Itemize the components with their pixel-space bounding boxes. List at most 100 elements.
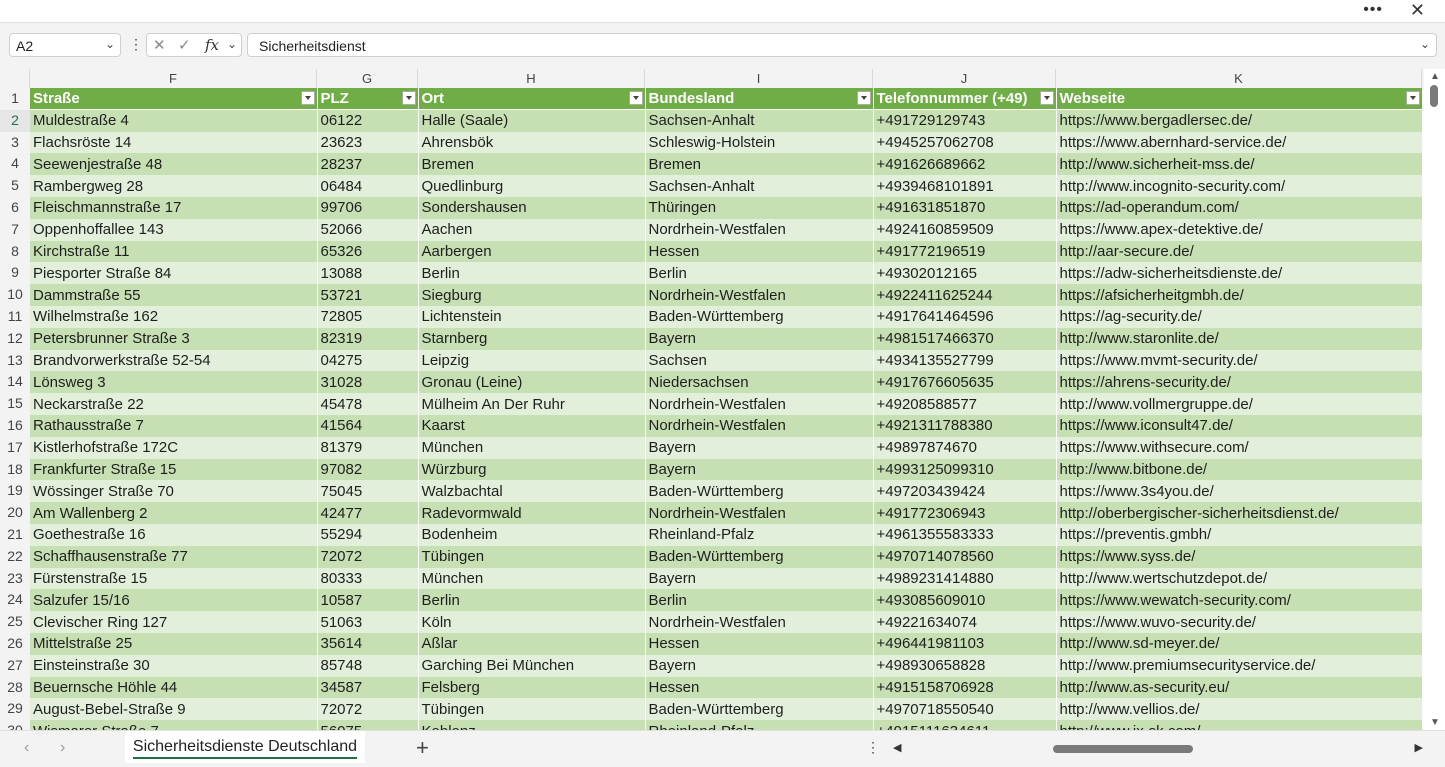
table-cell[interactable]: 34587 <box>317 676 419 699</box>
table-cell[interactable]: Thüringen <box>645 196 874 219</box>
table-cell[interactable]: +491772196519 <box>873 240 1057 263</box>
table-cell[interactable]: https://www.wuvo-security.de/ <box>1056 611 1423 633</box>
chevron-down-icon[interactable]: ⌄ <box>227 37 237 51</box>
table-cell[interactable]: Flachsröste 14 <box>30 131 318 154</box>
row-header[interactable]: 6 <box>0 196 30 219</box>
table-cell[interactable]: Rheinland-Pfalz <box>645 720 874 730</box>
table-cell[interactable]: https://www.apex-detektive.de/ <box>1056 218 1423 241</box>
table-cell[interactable]: Berlin <box>645 262 874 285</box>
table-cell[interactable]: +4917676605635 <box>873 371 1057 394</box>
table-cell[interactable]: Bayern <box>645 436 874 459</box>
table-cell[interactable]: Wössinger Straße 70 <box>30 480 318 503</box>
table-cell[interactable]: Fürstenstraße 15 <box>30 567 318 590</box>
table-cell[interactable]: Lönsweg 3 <box>30 371 318 394</box>
table-cell[interactable]: 28237 <box>317 153 419 176</box>
table-cell[interactable]: +491772306943 <box>873 502 1057 524</box>
table-cell[interactable]: Kaarst <box>418 414 646 437</box>
table-cell[interactable]: Starnberg <box>418 327 646 350</box>
table-cell[interactable]: 72805 <box>317 305 419 328</box>
row-header[interactable]: 17 <box>0 436 30 459</box>
table-cell[interactable]: +491626689662 <box>873 153 1057 176</box>
table-cell[interactable]: Am Wallenberg 2 <box>30 502 318 524</box>
table-cell[interactable]: Nordrhein-Westfalen <box>645 284 874 306</box>
table-cell[interactable]: +4945257062708 <box>873 131 1057 154</box>
table-cell[interactable]: +49302012165 <box>873 262 1057 285</box>
table-cell[interactable]: https://ag-security.de/ <box>1056 305 1423 328</box>
table-cell[interactable]: http://www.bitbone.de/ <box>1056 458 1423 481</box>
table-cell[interactable]: +496441981103 <box>873 632 1057 655</box>
table-cell[interactable]: http://www.as-security.eu/ <box>1056 676 1423 699</box>
table-cell[interactable]: +49897874670 <box>873 436 1057 459</box>
table-cell[interactable]: 41564 <box>317 414 419 437</box>
chevron-down-icon[interactable]: ⌄ <box>105 37 115 51</box>
formula-input[interactable]: Sicherheitsdienst ⌄ <box>247 33 1437 57</box>
scroll-thumb[interactable] <box>1430 85 1438 107</box>
table-cell[interactable]: 72072 <box>317 545 419 568</box>
table-cell[interactable]: 10587 <box>317 589 419 612</box>
table-cell[interactable]: Schaffhausenstraße 77 <box>30 545 318 568</box>
table-cell[interactable]: +4993125099310 <box>873 458 1057 481</box>
table-cell[interactable]: +491631851870 <box>873 196 1057 219</box>
sheet-tab[interactable]: Sicherheitsdienste Deutschland <box>125 731 365 763</box>
row-header[interactable]: 13 <box>0 349 30 372</box>
more-options-icon[interactable]: ••• <box>1363 1 1383 19</box>
table-cell[interactable]: Mülheim An Der Ruhr <box>418 393 646 415</box>
close-icon[interactable]: ✕ <box>1410 0 1425 21</box>
table-cell[interactable]: Aachen <box>418 218 646 241</box>
table-cell[interactable]: Gronau (Leine) <box>418 371 646 394</box>
table-cell[interactable]: https://www.wewatch-security.com/ <box>1056 589 1423 612</box>
table-cell[interactable]: Bayern <box>645 458 874 481</box>
table-cell[interactable]: 82319 <box>317 327 419 350</box>
table-cell[interactable]: 06484 <box>317 175 419 197</box>
row-header[interactable]: 3 <box>0 131 30 154</box>
filter-dropdown-icon[interactable] <box>856 91 871 105</box>
table-cell[interactable]: http://www.premiumsecurityservice.de/ <box>1056 654 1423 677</box>
table-cell[interactable]: Bremen <box>645 153 874 176</box>
row-header[interactable]: 20 <box>0 502 30 524</box>
column-header[interactable]: H <box>418 69 645 88</box>
table-cell[interactable]: http://www.sd-meyer.de/ <box>1056 632 1423 655</box>
table-cell[interactable]: Neckarstraße 22 <box>30 393 318 415</box>
table-cell[interactable]: +4917641464596 <box>873 305 1057 328</box>
table-cell[interactable]: 72072 <box>317 698 419 721</box>
table-cell[interactable]: Tübingen <box>418 698 646 721</box>
scroll-down-icon[interactable]: ▼ <box>1430 717 1440 728</box>
table-cell[interactable]: https://www.abernhard-service.de/ <box>1056 131 1423 154</box>
table-cell[interactable]: Wismarer Straße 7 <box>30 720 318 730</box>
table-cell[interactable]: +498930658828 <box>873 654 1057 677</box>
table-cell[interactable]: https://www.syss.de/ <box>1056 545 1423 568</box>
table-cell[interactable]: +4915111634611 <box>873 720 1057 730</box>
table-cell[interactable]: Brandvorwerkstraße 52-54 <box>30 349 318 372</box>
spreadsheet-grid[interactable]: F G H I J K 1 2 3 4 5 6 7 8 9 10 11 12 13 14 15 16 17 18 1… <box>0 69 1424 730</box>
table-cell[interactable]: Oppenhoffallee 143 <box>30 218 318 241</box>
table-cell[interactable]: Nordrhein-Westfalen <box>645 393 874 415</box>
table-cell[interactable]: http://www.vollmergruppe.de/ <box>1056 393 1423 415</box>
table-cell[interactable]: Rambergweg 28 <box>30 175 318 197</box>
row-header[interactable]: 24 <box>0 589 30 612</box>
table-cell[interactable]: http://www.ix-sk.com/ <box>1056 720 1423 730</box>
table-cell[interactable]: Bayern <box>645 654 874 677</box>
header-cell[interactable]: Straße <box>30 88 318 111</box>
table-cell[interactable]: Sondershausen <box>418 196 646 219</box>
scroll-right-icon[interactable]: ▶ <box>1415 741 1423 754</box>
table-cell[interactable]: 99706 <box>317 196 419 219</box>
table-cell[interactable]: Nordrhein-Westfalen <box>645 611 874 633</box>
table-cell[interactable]: Koblenz <box>418 720 646 730</box>
row-header[interactable]: 14 <box>0 371 30 394</box>
row-header[interactable]: 30 <box>0 720 30 730</box>
table-cell[interactable]: Wilhelmstraße 162 <box>30 305 318 328</box>
table-cell[interactable]: 53721 <box>317 284 419 306</box>
vertical-scrollbar[interactable]: ▲ ▼ <box>1424 69 1445 730</box>
table-cell[interactable]: http://www.incognito-security.com/ <box>1056 175 1423 197</box>
table-cell[interactable]: 75045 <box>317 480 419 503</box>
table-cell[interactable]: https://www.withsecure.com/ <box>1056 436 1423 459</box>
table-cell[interactable]: Clevischer Ring 127 <box>30 611 318 633</box>
header-cell[interactable]: Ort <box>418 88 646 111</box>
table-cell[interactable]: +491729129743 <box>873 109 1057 132</box>
expand-formula-icon[interactable]: ⌄ <box>1420 37 1430 51</box>
table-cell[interactable]: +4939468101891 <box>873 175 1057 197</box>
table-cell[interactable]: Petersbrunner Straße 3 <box>30 327 318 350</box>
table-cell[interactable]: 31028 <box>317 371 419 394</box>
prev-sheet-icon[interactable]: ‹ <box>24 739 29 757</box>
table-cell[interactable]: Berlin <box>645 589 874 612</box>
